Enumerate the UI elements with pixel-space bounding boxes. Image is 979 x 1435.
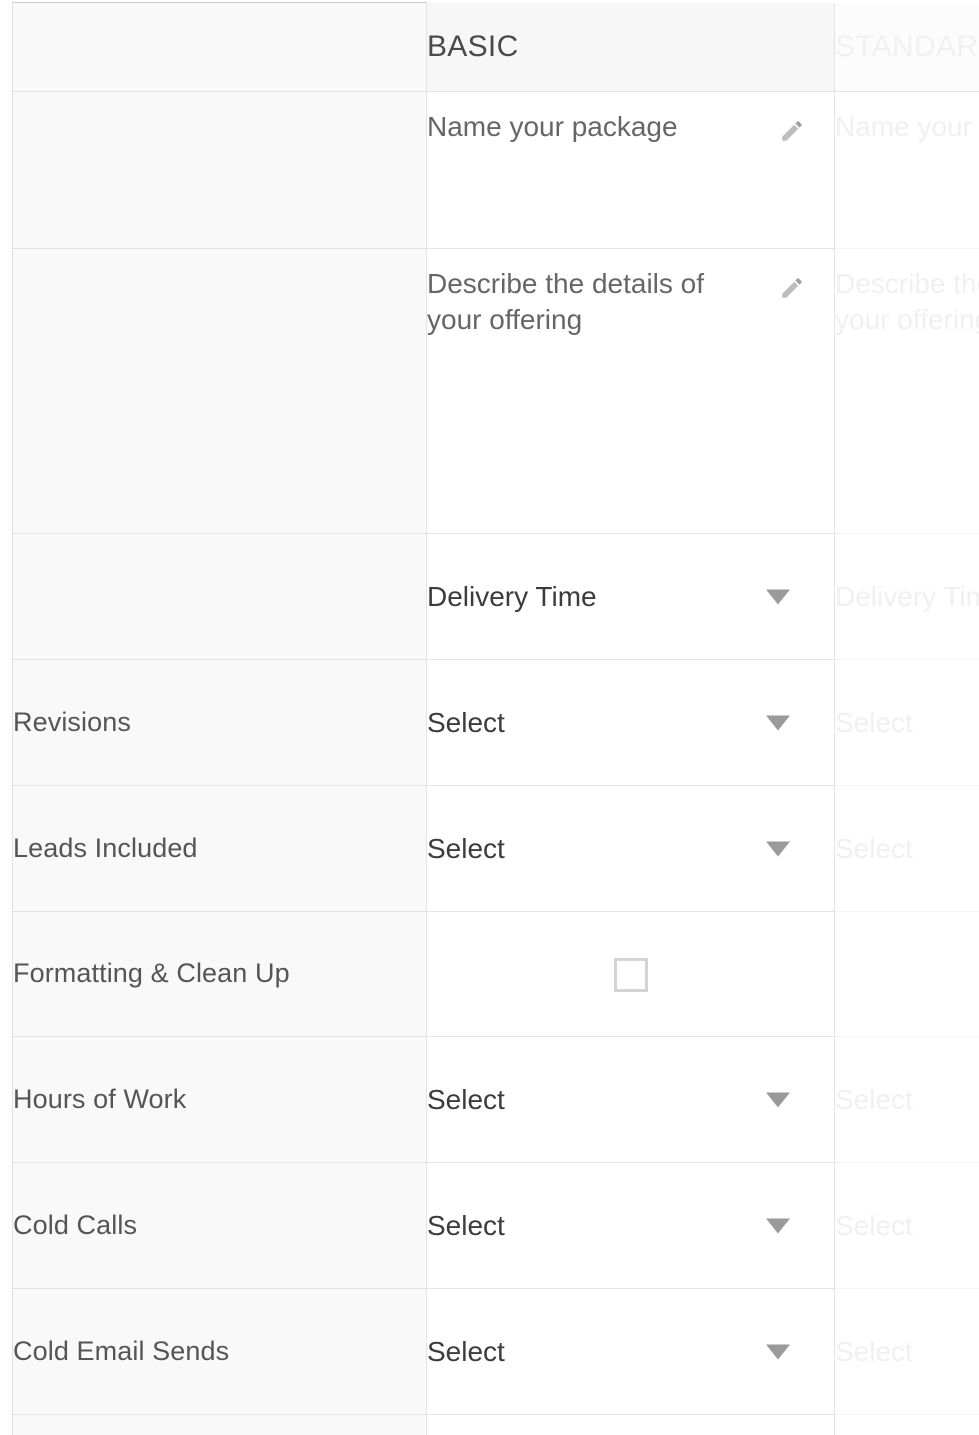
table-row: Delivery Time Delivery Time xyxy=(12,533,979,660)
select-value: Select xyxy=(427,707,505,738)
chevron-down-icon xyxy=(766,715,790,730)
header-empty-cell xyxy=(12,2,427,92)
select-value: Select xyxy=(835,1336,913,1367)
pencil-icon[interactable] xyxy=(779,118,805,144)
row-label-cold-email-sends: Cold Email Sends xyxy=(12,1288,427,1415)
select-value: Select xyxy=(427,1210,505,1241)
select-value: Select xyxy=(835,1084,913,1115)
pencil-icon[interactable] xyxy=(779,275,805,301)
revisions-cell-basic[interactable]: Select xyxy=(426,659,835,786)
chevron-down-icon xyxy=(766,1344,790,1359)
revisions-select-standard[interactable]: Select xyxy=(835,660,979,785)
select-value: Select xyxy=(427,1336,505,1367)
cold-calls-cell-basic[interactable]: Select xyxy=(426,1162,835,1289)
hours-of-work-select-basic[interactable]: Select xyxy=(427,1037,834,1162)
cold-email-sends-cell-standard[interactable]: Select xyxy=(834,1288,979,1415)
package-name-placeholder-basic: Name your package xyxy=(427,111,678,142)
row-label-leads-included: Leads Included xyxy=(12,785,427,912)
next-partial-cell-standard[interactable] xyxy=(834,1414,979,1435)
leads-included-cell-standard[interactable]: Select xyxy=(834,785,979,912)
table-header-row: BASIC STANDARD xyxy=(12,2,979,92)
cold-calls-select-standard[interactable]: Select xyxy=(835,1163,979,1288)
cold-calls-select-basic[interactable]: Select xyxy=(427,1163,834,1288)
packages-comparison-table: BASIC STANDARD Name your package Nam xyxy=(12,2,979,1435)
revisions-cell-standard[interactable]: Select xyxy=(834,659,979,786)
leads-included-select-basic[interactable]: Select xyxy=(427,786,834,911)
row-label-formatting-clean-up: Formatting & Clean Up xyxy=(12,911,427,1037)
table-row: Formatting & Clean Up xyxy=(12,911,979,1037)
select-value: Select xyxy=(427,833,505,864)
hours-of-work-select-standard[interactable]: Select xyxy=(835,1037,979,1162)
select-value: Select xyxy=(835,833,913,864)
select-value: Delivery Time xyxy=(835,581,979,612)
package-name-cell-basic[interactable]: Name your package xyxy=(426,91,835,249)
formatting-clean-up-cell-standard[interactable] xyxy=(834,911,979,1037)
table-row: Revisions Select Select xyxy=(12,659,979,786)
table-row: Cold Email Sends Select Select xyxy=(12,1288,979,1415)
delivery-time-select-basic[interactable]: Delivery Time xyxy=(427,534,834,659)
select-value: Select xyxy=(835,1210,913,1241)
package-description-placeholder-standard: Describe the details of your offering xyxy=(835,268,979,336)
cold-calls-cell-standard[interactable]: Select xyxy=(834,1162,979,1289)
package-pricing-table: BASIC STANDARD Name your package Nam xyxy=(0,0,979,1435)
cold-email-sends-cell-basic[interactable]: Select xyxy=(426,1288,835,1415)
revisions-select-basic[interactable]: Select xyxy=(427,660,834,785)
chevron-down-icon xyxy=(766,1218,790,1233)
formatting-clean-up-cell-basic[interactable] xyxy=(426,911,835,1037)
hours-of-work-cell-standard[interactable]: Select xyxy=(834,1036,979,1163)
package-description-placeholder-basic: Describe the details of your offering xyxy=(427,268,705,336)
row-label-delivery-time xyxy=(12,533,427,660)
column-header-basic: BASIC xyxy=(426,2,835,92)
cold-email-sends-select-basic[interactable]: Select xyxy=(427,1289,834,1414)
hours-of-work-cell-basic[interactable]: Select xyxy=(426,1036,835,1163)
select-value: Select xyxy=(427,1084,505,1115)
package-name-placeholder-standard: Name your package xyxy=(835,111,979,142)
delivery-time-select-standard[interactable]: Delivery Time xyxy=(835,534,979,659)
package-description-cell-basic[interactable]: Describe the details of your offering xyxy=(426,248,835,534)
cold-email-sends-select-standard[interactable]: Select xyxy=(835,1289,979,1414)
row-label-next-partial xyxy=(12,1414,427,1435)
next-partial-cell-basic[interactable] xyxy=(426,1414,835,1435)
leads-included-cell-basic[interactable]: Select xyxy=(426,785,835,912)
row-label-hours-of-work: Hours of Work xyxy=(12,1036,427,1163)
chevron-down-icon xyxy=(766,589,790,604)
package-name-cell-standard[interactable]: Name your package xyxy=(834,91,979,249)
row-label-package-description xyxy=(12,248,427,534)
row-label-revisions: Revisions xyxy=(12,659,427,786)
row-label-cold-calls: Cold Calls xyxy=(12,1162,427,1289)
delivery-time-cell-standard[interactable]: Delivery Time xyxy=(834,533,979,660)
column-header-standard: STANDARD xyxy=(834,2,979,92)
package-description-cell-standard[interactable]: Describe the details of your offering xyxy=(834,248,979,534)
delivery-time-cell-basic[interactable]: Delivery Time xyxy=(426,533,835,660)
chevron-down-icon xyxy=(766,841,790,856)
table-row: Describe the details of your offering De… xyxy=(12,248,979,534)
leads-included-select-standard[interactable]: Select xyxy=(835,786,979,911)
chevron-down-icon xyxy=(766,1092,790,1107)
select-value: Delivery Time xyxy=(427,581,597,612)
select-value: Select xyxy=(835,707,913,738)
table-row: Hours of Work Select Select xyxy=(12,1036,979,1163)
table-row: Name your package Name your package xyxy=(12,91,979,249)
row-label-package-name xyxy=(12,91,427,249)
table-row: Cold Calls Select Select xyxy=(12,1162,979,1289)
table-row xyxy=(12,1414,979,1435)
checkbox-icon[interactable] xyxy=(613,958,648,993)
table-row: Leads Included Select Select xyxy=(12,785,979,912)
